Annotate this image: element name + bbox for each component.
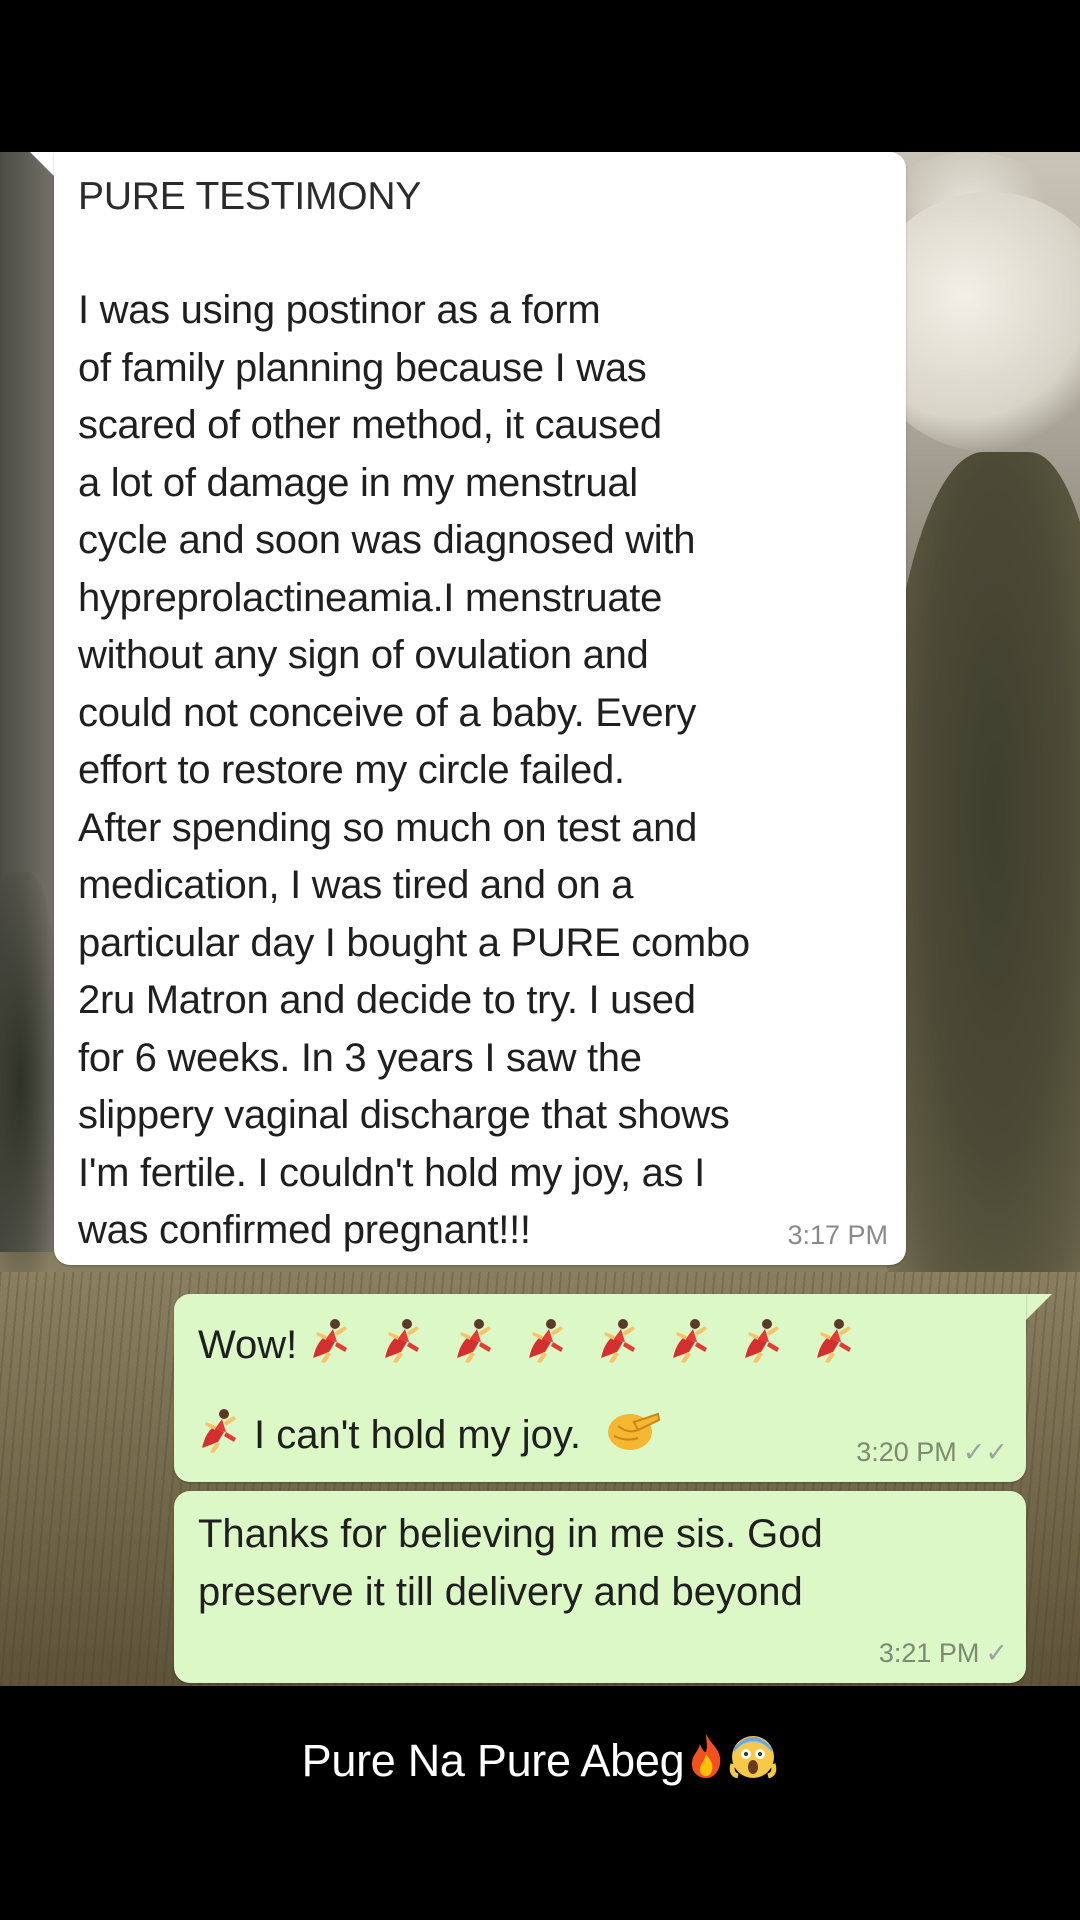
screaming-face-emoji <box>728 1730 778 1791</box>
message-line: Thanks for believing in me sis. God <box>198 1512 823 1556</box>
top-black-bar <box>0 0 1080 152</box>
incoming-message-bubble[interactable]: PURE TESTIMONY I was using postinor as a… <box>54 152 906 1265</box>
dancer-emoji <box>525 1318 567 1364</box>
message-body-line: I'm fertile. I couldn't hold my joy, as … <box>78 1150 705 1195</box>
incoming-bubble-tail <box>30 152 56 178</box>
outgoing-message-bubble[interactable]: Wow! I can't hold my joy. 3:20 PM ✓✓ <box>174 1294 1026 1482</box>
dancer-emoji <box>741 1318 783 1364</box>
dancer-emoji <box>453 1318 495 1364</box>
message-body: I was using postinor as a form of family … <box>78 282 898 1260</box>
dancer-emoji <box>597 1318 639 1364</box>
message-body-line: without any sign of ovulation and <box>78 633 649 677</box>
message-body-line: of family planning because I was <box>78 345 647 390</box>
message-line: Wow! <box>198 1318 855 1370</box>
message-body-line: hypreprolactineamia.I menstruate <box>78 575 663 620</box>
pinching-hand-emoji <box>604 1404 662 1466</box>
message-line: preserve it till delivery and beyond <box>198 1570 803 1614</box>
message-body-line: particular day I bought a PURE combo <box>78 920 750 965</box>
wallpaper-tree <box>880 452 1080 1352</box>
caption-text: Pure Na Pure Abeg <box>301 1735 685 1786</box>
message-line: I can't hold my joy. <box>198 1404 662 1466</box>
message-timestamp: 3:17 PM <box>787 1220 888 1250</box>
dancer-emoji <box>309 1318 351 1364</box>
sent-receipt-icon: ✓ <box>985 1638 1008 1668</box>
dancer-emoji <box>198 1408 240 1454</box>
caption: Pure Na Pure Abeg <box>0 1730 1080 1791</box>
message-body-line: 2ru Matron and decide to try. I used <box>78 978 696 1022</box>
wallpaper-tree <box>0 872 60 1292</box>
dancer-emoji <box>669 1318 711 1364</box>
outgoing-bubble-tail <box>1026 1294 1052 1320</box>
message-body-line: I was using postinor as a form <box>78 288 601 332</box>
message-body-line: cycle and soon was diagnosed with <box>78 518 696 562</box>
read-receipt-icon: ✓✓ <box>962 1437 1008 1467</box>
message-body-line: effort to restore my circle failed. <box>78 748 625 792</box>
message-text: Wow! <box>198 1323 298 1367</box>
dancer-emoji <box>813 1318 855 1364</box>
message-body-line: could not conceive of a baby. Every <box>78 690 697 735</box>
message-title: PURE TESTIMONY <box>78 175 422 218</box>
message-time: 3:21 PM <box>878 1638 980 1668</box>
message-body-line: for 6 weeks. In 3 years I saw the <box>78 1035 642 1080</box>
outgoing-message-bubble[interactable]: Thanks for believing in me sis. God pres… <box>174 1491 1026 1683</box>
message-time: 3:20 PM <box>856 1437 957 1467</box>
message-text: I can't hold my joy. <box>254 1413 582 1457</box>
message-body-line: was confirmed pregnant!!! <box>78 1208 531 1252</box>
message-timestamp: 3:20 PM ✓✓ <box>856 1437 1008 1468</box>
dancer-emoji-row <box>297 1319 855 1367</box>
bottom-black-bar <box>0 1686 1080 1920</box>
message-body-line: a lot of damage in my menstrual <box>78 460 638 505</box>
fire-emoji <box>686 1732 726 1791</box>
message-timestamp: 3:21 PM ✓ <box>879 1638 1008 1669</box>
message-body-line: slippery vaginal discharge that shows <box>78 1093 730 1137</box>
message-body-line: scared of other method, it caused <box>78 403 662 447</box>
message-body-line: After spending so much on test and <box>78 805 698 850</box>
message-body-line: medication, I was tired and on a <box>78 863 634 907</box>
dancer-emoji <box>381 1318 423 1364</box>
